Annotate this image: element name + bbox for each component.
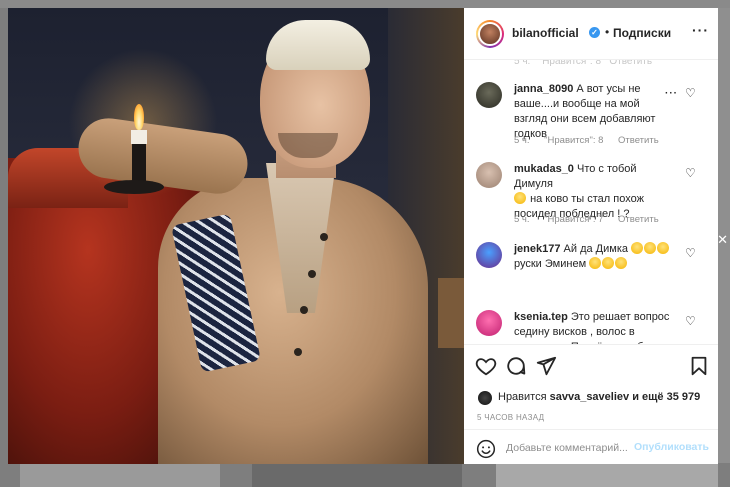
comments-list[interactable]: 5 ч. "Нравится": 8 Ответить janna_8090 А… [464,60,718,344]
candle-holder [104,180,164,194]
heart-icon[interactable]: ♡ [685,166,696,180]
author-avatar[interactable] [476,20,504,48]
add-comment-row: Опубликовать [464,429,718,465]
candle-stem [132,138,146,184]
header-separator: • [605,25,610,39]
photo-button [294,348,302,356]
post-side-panel: bilanofficial ✓ • Подписки ··· 5 ч. "Нра… [464,8,718,464]
grinning-emoji-icon [615,257,628,269]
post-photo[interactable] [8,8,464,464]
photo-button [320,233,328,241]
grinning-emoji-icon [644,242,657,254]
commenter-avatar[interactable] [476,310,502,336]
grinning-emoji-icon [589,257,602,269]
grinning-emoji-icon [657,242,670,254]
commenter-avatar[interactable] [476,242,502,268]
background-thumbnail [20,463,220,487]
comment-text: ksenia.tep Это решает вопрос седину виск… [514,310,672,344]
reply-button[interactable]: Ответить [618,214,659,225]
post-actions: Нравится savva_saveliev и ещё 35 979 5 Ч… [464,344,718,464]
heart-icon[interactable]: ♡ [685,86,696,100]
heart-icon[interactable]: ♡ [685,246,696,260]
commenter-username[interactable]: mukadas_0 [514,163,574,175]
author-avatar-image [478,22,502,46]
astonished-emoji-icon [514,192,526,204]
comment-time[interactable]: 5 ч. [514,214,530,225]
comment-likes[interactable]: "Нравится": 8 [544,135,603,146]
liker-avatar[interactable] [478,391,492,405]
photo-button [308,270,316,278]
comment-meta: 5 ч. "Нравится": 7 Ответить [514,214,671,225]
candle-flame [134,104,144,130]
comment-text: janna_8090 А вот усы не ваше....и вообще… [514,82,672,142]
photo-button [300,306,308,314]
comment-meta: 5 ч. "Нравится": 8 Ответить [514,135,671,146]
background-thumbnail [252,463,462,487]
comment-likes[interactable]: "Нравится": 7 [544,214,603,225]
likes-prefix: Нравится [498,391,547,403]
liker-username[interactable]: savva_saveliev [550,391,630,403]
reply-button[interactable]: Ответить [618,135,659,146]
likes-count[interactable]: и ещё 35 979 [632,391,700,403]
publish-button[interactable]: Опубликовать [634,441,709,453]
post-header: bilanofficial ✓ • Подписки ··· [464,8,718,60]
commenter-avatar[interactable] [476,162,502,188]
clipped-comment-meta: 5 ч. "Нравится": 8 Ответить [514,60,653,67]
comment-text: mukadas_0 Что с тобой Димуля на ково ты … [514,162,672,222]
comment-text: jenek177 Ай да Димка руски Эминем [514,242,672,272]
photo-shelf [438,278,464,348]
comment-body: Ай да Димка [563,243,629,255]
commenter-username[interactable]: ksenia.tep [514,311,568,323]
grinning-emoji-icon [602,257,615,269]
comment-icon[interactable] [505,355,527,377]
commenter-avatar[interactable] [476,82,502,108]
author-username[interactable]: bilanofficial [512,26,579,40]
comment-body-continued: руски Эминем [514,258,587,270]
heart-icon[interactable]: ♡ [685,314,696,328]
candle [131,130,147,144]
likes-summary[interactable]: Нравится savva_saveliev и ещё 35 979 [498,391,700,403]
commenter-username[interactable]: jenek177 [514,243,560,255]
photo-hair [266,20,370,70]
close-icon[interactable]: ✕ [717,232,728,248]
background-feed-top [0,0,730,8]
following-button[interactable]: Подписки [613,26,671,40]
smile-icon[interactable] [476,439,496,459]
heart-icon[interactable] [475,355,497,377]
more-options-icon[interactable]: ··· [692,22,709,38]
commenter-username[interactable]: janna_8090 [514,83,573,95]
background-thumbnail [496,463,718,487]
verified-badge-icon: ✓ [589,27,600,38]
post-timestamp[interactable]: 5 ЧАСОВ НАЗАД [477,413,544,422]
comment-time[interactable]: 5 ч. [514,135,530,146]
bookmark-icon[interactable] [688,355,710,377]
comment-more-icon[interactable]: ··· [665,88,678,99]
add-comment-input[interactable] [506,439,634,457]
share-icon[interactable] [535,355,557,377]
grinning-emoji-icon [631,242,644,254]
